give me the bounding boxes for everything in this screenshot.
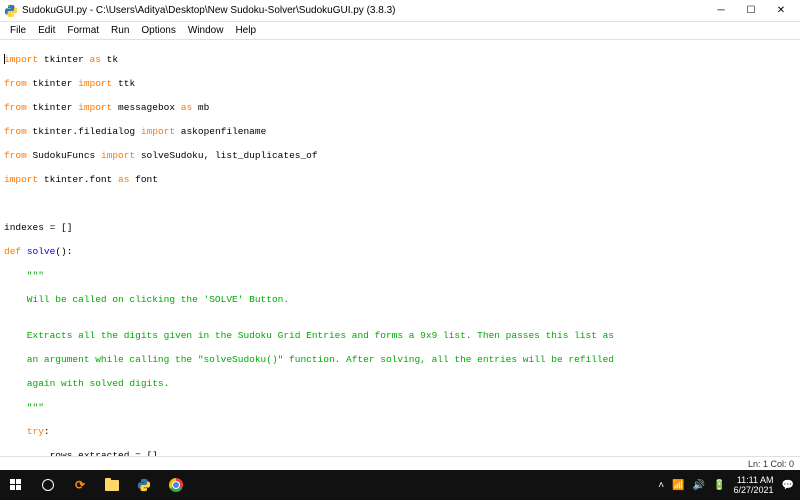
menu-edit[interactable]: Edit bbox=[32, 23, 61, 38]
tray-chevron-icon[interactable]: ˄ bbox=[658, 480, 664, 491]
python-icon bbox=[4, 4, 18, 18]
code-editor[interactable]: import tkinter as tk from tkinter import… bbox=[0, 40, 800, 456]
menu-format[interactable]: Format bbox=[61, 23, 105, 38]
system-clock[interactable]: 11:11 AM 6/27/2021 bbox=[734, 475, 774, 495]
volume-icon[interactable]: 🔊 bbox=[693, 480, 705, 491]
menu-window[interactable]: Window bbox=[182, 23, 230, 38]
menu-options[interactable]: Options bbox=[135, 23, 181, 38]
notifications-icon[interactable]: 💬 bbox=[782, 480, 794, 491]
task-app-icon[interactable]: ⟳ bbox=[64, 470, 96, 500]
window-controls: ─ ☐ ✕ bbox=[706, 1, 796, 21]
battery-icon[interactable]: 🔋 bbox=[713, 480, 725, 491]
title-bar: SudokuGUI.py - C:\Users\Aditya\Desktop\N… bbox=[0, 0, 800, 22]
start-button[interactable] bbox=[0, 470, 32, 500]
menu-help[interactable]: Help bbox=[229, 23, 262, 38]
clock-date: 6/27/2021 bbox=[734, 485, 774, 495]
wifi-icon[interactable]: 📶 bbox=[672, 480, 684, 491]
window-title: SudokuGUI.py - C:\Users\Aditya\Desktop\N… bbox=[22, 5, 706, 16]
file-explorer-icon[interactable] bbox=[96, 470, 128, 500]
menu-bar: File Edit Format Run Options Window Help bbox=[0, 22, 800, 40]
menu-run[interactable]: Run bbox=[105, 23, 135, 38]
minimize-button[interactable]: ─ bbox=[706, 1, 736, 21]
maximize-button[interactable]: ☐ bbox=[736, 1, 766, 21]
cortana-icon[interactable] bbox=[32, 470, 64, 500]
taskbar: ⟳ ˄ 📶 🔊 🔋 11:11 AM 6/27/2021 💬 bbox=[0, 470, 800, 500]
close-button[interactable]: ✕ bbox=[766, 1, 796, 21]
idle-icon[interactable] bbox=[128, 470, 160, 500]
clock-time: 11:11 AM bbox=[734, 475, 774, 485]
status-bar: Ln: 1 Col: 0 bbox=[0, 456, 800, 470]
cursor-position: Ln: 1 Col: 0 bbox=[748, 459, 794, 469]
menu-file[interactable]: File bbox=[4, 23, 32, 38]
chrome-icon[interactable] bbox=[160, 470, 192, 500]
